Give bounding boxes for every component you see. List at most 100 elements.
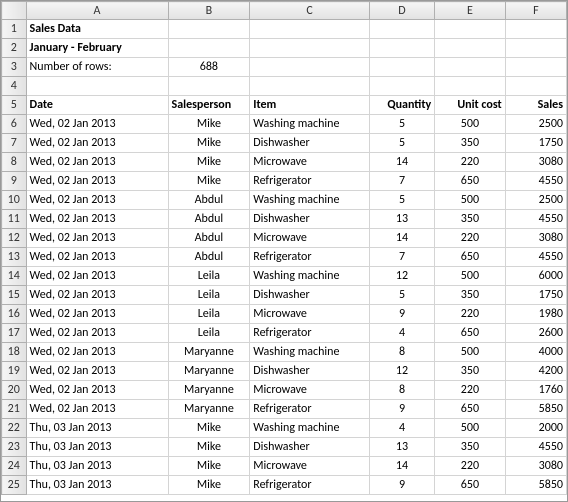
cell-sales[interactable]: 4550 [505, 438, 566, 457]
cell[interactable] [26, 77, 168, 96]
cell-date[interactable]: Thu, 03 Jan 2013 [26, 419, 168, 438]
cell-date[interactable]: Wed, 02 Jan 2013 [26, 324, 168, 343]
cell-date[interactable]: Wed, 02 Jan 2013 [26, 134, 168, 153]
cell-unitcost[interactable]: 350 [435, 362, 505, 381]
cell-sales[interactable]: 4550 [505, 248, 566, 267]
cell-salesperson[interactable]: Mike [168, 172, 250, 191]
row-header[interactable]: 11 [2, 210, 27, 229]
cell-date[interactable]: Wed, 02 Jan 2013 [26, 172, 168, 191]
cell-numrows-value[interactable]: 688 [168, 58, 250, 77]
cell-salesperson[interactable]: Mike [168, 134, 250, 153]
row-header[interactable]: 17 [2, 324, 27, 343]
cell[interactable] [369, 58, 434, 77]
cell-quantity[interactable]: 4 [369, 419, 434, 438]
cell-unitcost[interactable]: 500 [435, 419, 505, 438]
cell-salesperson[interactable]: Leila [168, 267, 250, 286]
cell[interactable] [435, 20, 505, 39]
cell-quantity[interactable]: 9 [369, 305, 434, 324]
cell-date[interactable]: Wed, 02 Jan 2013 [26, 210, 168, 229]
cell-item[interactable]: Refrigerator [250, 324, 370, 343]
row-header[interactable]: 21 [2, 400, 27, 419]
cell[interactable] [250, 39, 370, 58]
cell-item[interactable]: Washing machine [250, 115, 370, 134]
cell-salesperson[interactable]: Abdul [168, 229, 250, 248]
cell-item[interactable]: Refrigerator [250, 248, 370, 267]
row-header[interactable]: 9 [2, 172, 27, 191]
cell[interactable] [435, 58, 505, 77]
cell-unitcost[interactable]: 350 [435, 210, 505, 229]
cell-sales[interactable]: 2000 [505, 419, 566, 438]
cell-unitcost[interactable]: 650 [435, 400, 505, 419]
cell-salesperson[interactable]: Mike [168, 419, 250, 438]
cell-quantity[interactable]: 12 [369, 267, 434, 286]
row-header[interactable]: 4 [2, 77, 27, 96]
row-header[interactable]: 5 [2, 96, 27, 115]
row-header[interactable]: 7 [2, 134, 27, 153]
cell-date[interactable]: Wed, 02 Jan 2013 [26, 229, 168, 248]
cell-item[interactable]: Refrigerator [250, 172, 370, 191]
cell-sales[interactable]: 1760 [505, 381, 566, 400]
cell-quantity[interactable]: 9 [369, 476, 434, 495]
cell[interactable] [168, 39, 250, 58]
cell-item[interactable]: Washing machine [250, 343, 370, 362]
cell-quantity[interactable]: 12 [369, 362, 434, 381]
hdr-item[interactable]: Item [250, 96, 370, 115]
cell-quantity[interactable]: 7 [369, 248, 434, 267]
cell-sales[interactable]: 2500 [505, 115, 566, 134]
cell-item[interactable]: Dishwasher [250, 362, 370, 381]
cell-sales[interactable]: 3080 [505, 229, 566, 248]
cell-quantity[interactable]: 13 [369, 438, 434, 457]
row-header[interactable]: 25 [2, 476, 27, 495]
row-header[interactable]: 20 [2, 381, 27, 400]
col-header-D[interactable]: D [369, 2, 434, 20]
cell-sales[interactable]: 4200 [505, 362, 566, 381]
cell-date[interactable]: Wed, 02 Jan 2013 [26, 191, 168, 210]
cell-sales[interactable]: 6000 [505, 267, 566, 286]
cell[interactable] [505, 77, 566, 96]
cell-unitcost[interactable]: 500 [435, 267, 505, 286]
cell-unitcost[interactable]: 650 [435, 172, 505, 191]
cell-salesperson[interactable]: Mike [168, 476, 250, 495]
cell-sales[interactable]: 5850 [505, 400, 566, 419]
cell-salesperson[interactable]: Maryanne [168, 381, 250, 400]
col-header-B[interactable]: B [168, 2, 250, 20]
cell-sales[interactable]: 2500 [505, 191, 566, 210]
cell[interactable] [250, 58, 370, 77]
col-header-E[interactable]: E [435, 2, 505, 20]
cell[interactable] [435, 39, 505, 58]
row-header[interactable]: 2 [2, 39, 27, 58]
hdr-salesperson[interactable]: Salesperson [168, 96, 250, 115]
cell-salesperson[interactable]: Mike [168, 115, 250, 134]
cell-quantity[interactable]: 13 [369, 210, 434, 229]
cell-item[interactable]: Microwave [250, 229, 370, 248]
cell-item[interactable]: Dishwasher [250, 286, 370, 305]
cell-quantity[interactable]: 8 [369, 381, 434, 400]
cell-date[interactable]: Wed, 02 Jan 2013 [26, 153, 168, 172]
cell-date[interactable]: Wed, 02 Jan 2013 [26, 115, 168, 134]
row-header[interactable]: 24 [2, 457, 27, 476]
row-header[interactable]: 12 [2, 229, 27, 248]
cell-unitcost[interactable]: 220 [435, 229, 505, 248]
cell-salesperson[interactable]: Maryanne [168, 362, 250, 381]
cell-quantity[interactable]: 5 [369, 286, 434, 305]
cell-salesperson[interactable]: Leila [168, 324, 250, 343]
cell-date[interactable]: Thu, 03 Jan 2013 [26, 457, 168, 476]
row-header[interactable]: 6 [2, 115, 27, 134]
row-header[interactable]: 19 [2, 362, 27, 381]
cell[interactable] [250, 20, 370, 39]
cell-item[interactable]: Dishwasher [250, 134, 370, 153]
cell-salesperson[interactable]: Abdul [168, 248, 250, 267]
corner-cell[interactable] [2, 2, 27, 20]
cell[interactable] [505, 20, 566, 39]
cell[interactable] [369, 77, 434, 96]
cell[interactable] [250, 77, 370, 96]
cell-salesperson[interactable]: Leila [168, 286, 250, 305]
row-header[interactable]: 1 [2, 20, 27, 39]
cell-item[interactable]: Refrigerator [250, 400, 370, 419]
cell-sales[interactable]: 3080 [505, 153, 566, 172]
cell-unitcost[interactable]: 220 [435, 305, 505, 324]
cell-quantity[interactable]: 7 [369, 172, 434, 191]
cell-date[interactable]: Wed, 02 Jan 2013 [26, 267, 168, 286]
cell-unitcost[interactable]: 650 [435, 248, 505, 267]
cell-item[interactable]: Washing machine [250, 419, 370, 438]
